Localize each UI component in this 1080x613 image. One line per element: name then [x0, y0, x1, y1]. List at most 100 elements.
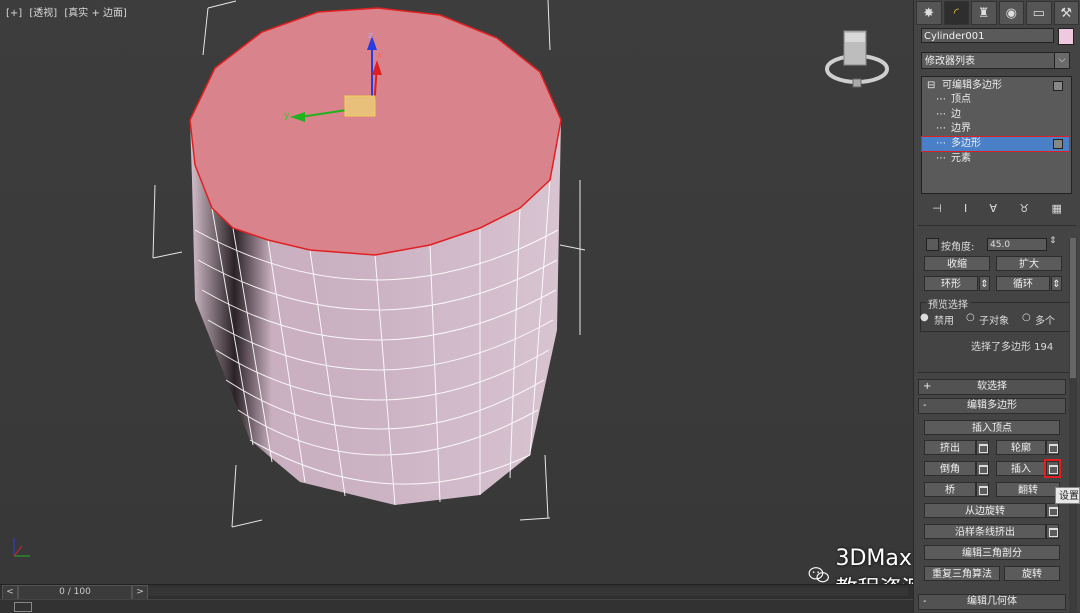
modifier-toggle-icon[interactable]	[1053, 139, 1063, 149]
stack-item-border[interactable]: ⋯ 边界	[922, 122, 1069, 136]
turn-button[interactable]: 旋转	[1004, 566, 1060, 581]
edit-triangulation-button[interactable]: 编辑三角剖分	[924, 545, 1060, 560]
pin-stack-icon[interactable]: ⊣	[932, 202, 942, 215]
stack-item-label: 元素	[951, 153, 971, 164]
tab-utilities[interactable]: ⚒	[1053, 1, 1079, 25]
by-angle-spinner[interactable]: 45.0	[987, 238, 1047, 251]
collapse-icon: -	[923, 400, 927, 411]
make-unique-icon[interactable]: ∀	[990, 202, 998, 215]
divider	[918, 225, 1076, 226]
modifier-list-dropdown[interactable]: 修改器列表 ⌵	[921, 52, 1070, 69]
preview-subobject-label: 子对象	[979, 316, 1009, 327]
insert-vertex-button[interactable]: 插入顶点	[924, 420, 1060, 435]
tab-create[interactable]: ✸	[916, 1, 942, 25]
edit-geometry-title: 编辑几何体	[967, 596, 1017, 607]
grow-button[interactable]: 扩大	[996, 256, 1062, 271]
edit-geometry-rollout-header[interactable]: - 编辑几何体	[918, 594, 1066, 610]
next-frame-button[interactable]: >	[132, 585, 148, 600]
stack-item-label: 多边形	[951, 138, 981, 149]
stack-item-polygon[interactable]: ⋯ 多边形	[921, 136, 1070, 152]
edit-polygons-rollout-header[interactable]: - 编辑多边形	[918, 398, 1066, 414]
command-panel: ✸ ◜ ♜ ◉ ▭ ⚒ Cylinder001 修改器列表 ⌵ ⊟ 可编辑多边形…	[913, 0, 1080, 612]
create-icon: ✸	[923, 5, 935, 21]
viewport-menu[interactable]: [+]	[6, 8, 22, 19]
stack-root-editable-poly[interactable]: ⊟ 可编辑多边形	[922, 79, 1069, 93]
inset-button[interactable]: 插入	[996, 461, 1046, 476]
by-angle-label: 按角度:	[941, 242, 975, 253]
show-end-result-icon[interactable]: Ⅰ	[964, 202, 967, 215]
settings-tooltip: 设置	[1055, 487, 1080, 504]
outline-settings-icon[interactable]	[1046, 440, 1059, 455]
collapse-icon[interactable]: ⊟	[927, 79, 935, 93]
flip-button[interactable]: 翻转	[996, 482, 1060, 497]
viewport-view[interactable]: [透视]	[29, 8, 57, 19]
preview-multi-radio[interactable]: ○	[1022, 312, 1031, 323]
remove-modifier-icon[interactable]: ♉	[1019, 202, 1029, 215]
scrollbar-thumb[interactable]	[1070, 238, 1076, 378]
outline-button[interactable]: 轮廓	[996, 440, 1046, 455]
bridge-button[interactable]: 桥	[924, 482, 976, 497]
soft-selection-rollout-header[interactable]: + 软选择	[918, 379, 1066, 395]
motion-icon: ◉	[1005, 5, 1017, 21]
hinge-from-edge-button[interactable]: 从边旋转	[924, 503, 1046, 518]
spinner-arrows-icon[interactable]: ⇕	[1049, 236, 1057, 246]
hinge-settings-icon[interactable]	[1046, 503, 1059, 518]
display-icon: ▭	[1032, 5, 1045, 21]
stack-item-element[interactable]: ⋯ 元素	[922, 152, 1069, 166]
viewport-shading[interactable]: [真实 + 边面]	[64, 8, 127, 19]
extrude-settings-icon[interactable]	[976, 440, 989, 455]
stack-item-vertex[interactable]: ⋯ 顶点	[922, 93, 1069, 107]
panel-scrollbar[interactable]	[1069, 238, 1077, 612]
chevron-down-icon[interactable]: ⌵	[1054, 53, 1069, 68]
viewcube[interactable]	[822, 25, 892, 95]
modifier-toggle-icon[interactable]	[1053, 81, 1063, 91]
svg-text:y: y	[284, 111, 290, 121]
cylinder-scene[interactable]: y z x	[0, 0, 913, 584]
tab-display[interactable]: ▭	[1026, 1, 1052, 25]
preview-subobject-radio[interactable]: ○	[966, 312, 975, 323]
inset-settings-icon[interactable]	[1044, 459, 1061, 478]
tab-modify[interactable]: ◜	[943, 1, 969, 25]
extrude-spline-settings-icon[interactable]	[1046, 524, 1059, 539]
object-color-swatch[interactable]	[1058, 28, 1074, 45]
object-name-field[interactable]: Cylinder001	[921, 28, 1054, 43]
viewport-label[interactable]: [+] [透视] [真实 + 边面]	[6, 4, 131, 19]
stack-root-label: 可编辑多边形	[942, 80, 1002, 91]
shrink-button[interactable]: 收缩	[924, 256, 990, 271]
world-axis-icon	[13, 538, 30, 557]
time-slider[interactable]: 0 / 100	[18, 585, 132, 600]
ring-button[interactable]: 环形	[924, 276, 978, 291]
preview-disabled-radio[interactable]: ●	[920, 312, 929, 323]
time-slider-bar[interactable]: < 0 / 100 >	[0, 584, 913, 600]
retriangulate-button[interactable]: 重复三角算法	[924, 566, 1000, 581]
tab-hierarchy[interactable]: ♜	[971, 1, 997, 25]
by-angle-checkbox[interactable]	[926, 238, 939, 251]
extrude-button[interactable]: 挤出	[924, 440, 976, 455]
modifier-list-label: 修改器列表	[925, 56, 975, 67]
modifier-stack[interactable]: ⊟ 可编辑多边形 ⋯ 顶点 ⋯ 边 ⋯ 边界 ⋯ 多边形 ⋯ 元素	[921, 76, 1072, 194]
loop-button[interactable]: 循环	[996, 276, 1050, 291]
soft-selection-title: 软选择	[977, 381, 1007, 392]
stack-item-label: 顶点	[951, 94, 971, 105]
svg-text:z: z	[368, 31, 373, 41]
stack-toolbar: ⊣ Ⅰ ∀ ♉ ▦	[921, 200, 1073, 216]
hierarchy-icon: ♜	[977, 5, 990, 21]
tab-motion[interactable]: ◉	[998, 1, 1024, 25]
bevel-settings-icon[interactable]	[976, 461, 989, 476]
preview-selection-label: 预览选择	[926, 296, 970, 311]
prev-frame-button[interactable]: <	[2, 585, 18, 600]
loop-spinner[interactable]: ⇕	[1051, 276, 1062, 291]
ring-spinner[interactable]: ⇕	[979, 276, 990, 291]
extrude-along-spline-button[interactable]: 沿样条线挤出	[924, 524, 1046, 539]
stack-item-edge[interactable]: ⋯ 边	[922, 108, 1069, 122]
bevel-button[interactable]: 倒角	[924, 461, 976, 476]
perspective-viewport[interactable]: y z x [+] [透视] [真实 + 边面] 3DMax教程资源	[0, 0, 924, 602]
bridge-settings-icon[interactable]	[976, 482, 989, 497]
timeline-track[interactable]	[148, 587, 908, 596]
preview-multi-label: 多个	[1035, 316, 1055, 327]
command-panel-tabs: ✸ ◜ ♜ ◉ ▭ ⚒	[914, 0, 1080, 25]
configure-sets-icon[interactable]: ▦	[1051, 202, 1061, 215]
svg-text:x: x	[377, 51, 383, 61]
preview-disabled-label: 禁用	[934, 316, 954, 327]
status-icon	[14, 602, 32, 612]
